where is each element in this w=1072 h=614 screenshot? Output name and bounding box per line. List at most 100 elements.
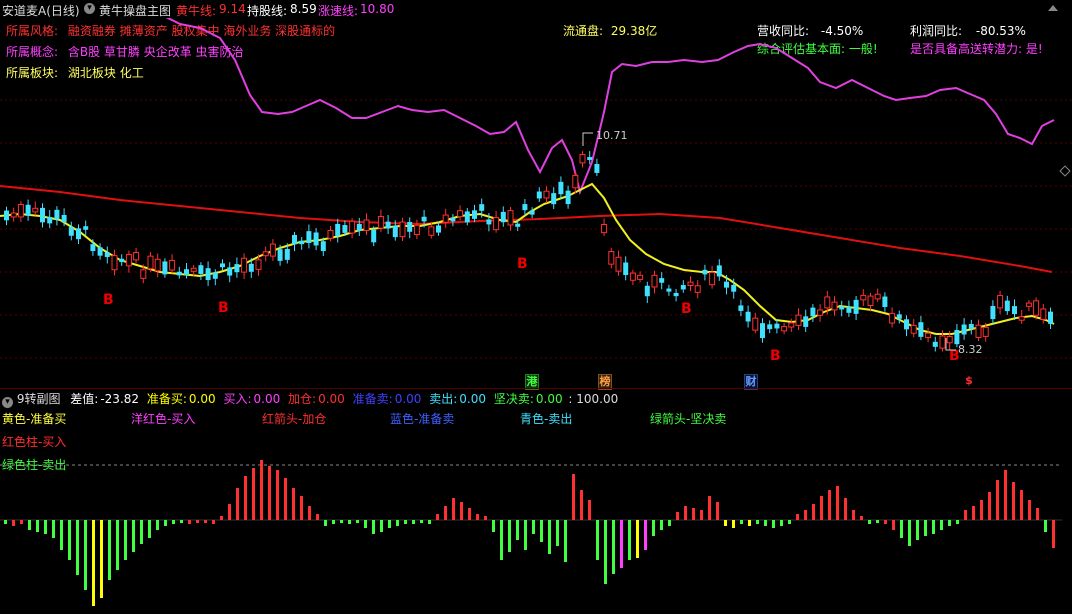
histogram-bar	[444, 506, 447, 520]
histogram-bar	[820, 496, 823, 520]
candle-body	[565, 190, 571, 205]
collapse-up-icon[interactable]	[1048, 5, 1058, 11]
indicator-1-value: 8.59	[290, 2, 317, 16]
candle-body	[724, 281, 729, 288]
histogram-bar	[92, 520, 95, 606]
histogram-bar	[964, 510, 967, 520]
stock-name[interactable]: 安道麦A(日线)	[2, 2, 80, 19]
candle-body	[111, 255, 118, 271]
histogram-bar	[668, 520, 671, 526]
histogram-bar	[84, 520, 87, 590]
histogram-bar	[636, 520, 639, 558]
buy-marker-4: B	[681, 301, 692, 317]
histogram-bar	[476, 514, 479, 520]
histogram-bar	[388, 520, 391, 528]
histogram-bar	[740, 520, 743, 524]
candle-body	[327, 229, 334, 239]
candle-body	[436, 225, 441, 233]
main-chart-title[interactable]: 黄牛操盘主图	[99, 2, 171, 19]
candle-body	[421, 216, 427, 222]
buy-marker-2: B	[218, 300, 229, 316]
histogram-bar	[364, 520, 367, 528]
histogram-bar	[812, 504, 815, 520]
candle-body	[119, 258, 125, 263]
candle-body	[198, 265, 204, 274]
candle-body	[25, 204, 31, 216]
histogram-bar	[804, 510, 807, 520]
candle-body	[385, 221, 391, 229]
histogram-bar	[356, 520, 359, 523]
candle-body	[68, 227, 74, 236]
event-tag-dollar[interactable]: $	[963, 374, 975, 388]
candle-body	[248, 263, 254, 272]
candle-body	[241, 257, 248, 273]
histogram-bar	[492, 520, 495, 532]
histogram-bar	[908, 520, 911, 546]
histogram-bar	[36, 520, 39, 532]
candle-body	[320, 241, 326, 252]
histogram-bar	[276, 470, 279, 520]
candle-body	[493, 217, 500, 231]
histogram-bar	[116, 520, 119, 570]
histogram-bar	[500, 520, 503, 560]
candle-body	[205, 268, 211, 281]
candle-body	[666, 288, 672, 292]
nine-turn-histogram[interactable]	[0, 390, 1072, 614]
histogram-bar	[252, 468, 255, 520]
histogram-bar	[372, 520, 375, 534]
candle-body	[515, 223, 521, 227]
candle-body	[220, 263, 225, 268]
indicator-0-value: 9.14	[219, 2, 246, 16]
candle-body	[10, 212, 17, 218]
histogram-bar	[44, 520, 47, 534]
candle-body	[262, 251, 269, 257]
histogram-bar	[404, 520, 407, 524]
candle-body	[234, 264, 240, 273]
histogram-bar	[508, 520, 511, 552]
histogram-bar	[980, 500, 983, 520]
candle-body	[587, 157, 593, 161]
main-candlestick-chart[interactable]: B B B B B B 10.71 8.32	[0, 18, 1072, 390]
candle-body	[284, 248, 290, 260]
candle-body	[76, 228, 81, 240]
histogram-bar	[612, 520, 615, 574]
histogram-bar	[436, 514, 439, 520]
candle-body	[817, 309, 824, 316]
dropdown-icon[interactable]: ▾	[84, 3, 95, 14]
histogram-bar	[708, 496, 711, 520]
candle-body	[277, 249, 283, 261]
candle-body	[40, 207, 45, 223]
candle-body	[450, 217, 456, 222]
indicator-2-value: 10.80	[360, 2, 395, 16]
indicator-1-label: 持股线:	[247, 4, 288, 18]
histogram-bar	[204, 520, 207, 523]
candle-body	[306, 231, 312, 244]
candle-body	[629, 272, 636, 281]
candle-body	[377, 215, 384, 229]
histogram-bar	[628, 520, 631, 560]
histogram-bar	[772, 520, 775, 528]
candle-body	[1018, 316, 1025, 321]
candle-body	[1012, 306, 1017, 315]
candle-body	[968, 324, 974, 329]
candle-body	[939, 335, 946, 349]
histogram-bar	[108, 520, 111, 580]
histogram-bar	[716, 502, 719, 520]
candle-body	[190, 267, 197, 272]
candle-body	[946, 335, 953, 344]
histogram-bar	[180, 520, 183, 523]
histogram-bar	[1012, 482, 1015, 520]
histogram-bar	[572, 474, 575, 520]
candle-body	[371, 229, 377, 243]
candle-body	[637, 274, 644, 280]
candle-body	[572, 174, 579, 189]
histogram-bar	[188, 520, 191, 524]
candle-body	[774, 323, 780, 329]
histogram-bar	[596, 520, 599, 560]
candle-body	[803, 316, 809, 327]
histogram-bar	[1004, 470, 1007, 520]
candle-body	[399, 221, 406, 238]
histogram-bar	[212, 520, 215, 524]
candle-body	[709, 271, 716, 286]
histogram-bar	[412, 520, 415, 524]
